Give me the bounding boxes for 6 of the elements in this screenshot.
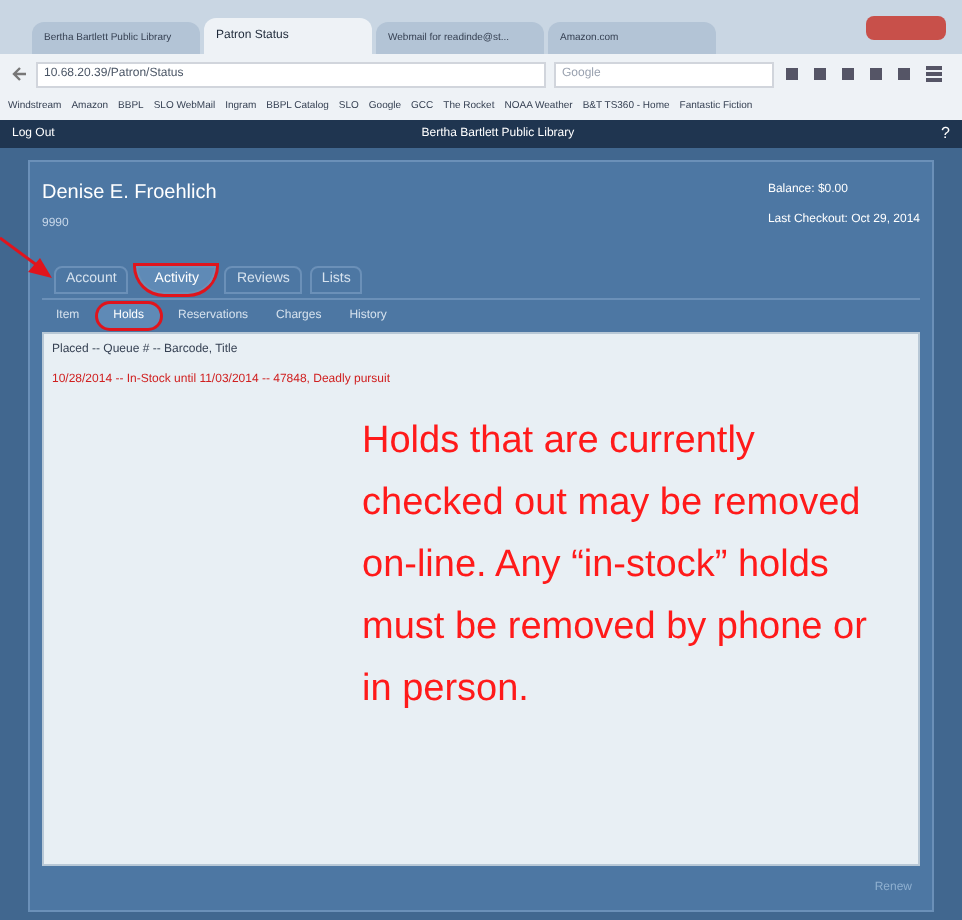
callout-annotation: Holds that are currently checked out may be removed on-line. Any “in-stock” holds must be removed by phone or in person. — [362, 418, 869, 714]
help-link[interactable]: ? — [941, 122, 950, 146]
arrow-annotation — [0, 236, 54, 280]
patron-name: Denise E. Froehlich — [42, 180, 217, 208]
back-arrow-icon[interactable] — [12, 66, 28, 82]
window-controls-icon[interactable] — [866, 16, 946, 40]
